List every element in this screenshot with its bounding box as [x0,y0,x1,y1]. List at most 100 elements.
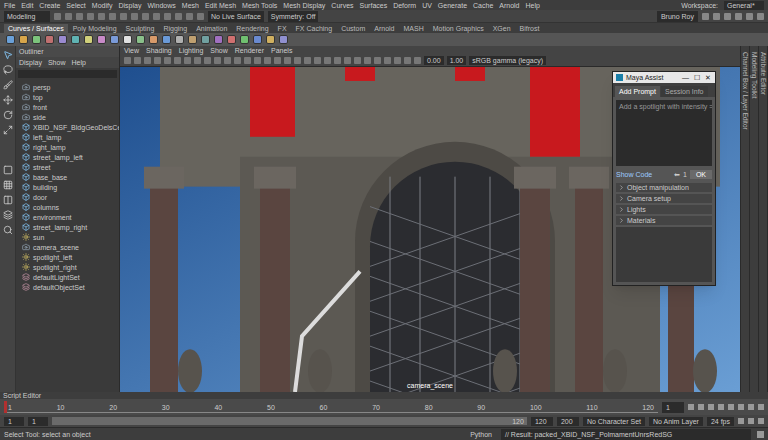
viewport-tool-icon[interactable] [264,57,271,64]
shelf-tool-icon[interactable] [136,35,145,44]
outliner-item[interactable]: spotlight_left [16,252,119,262]
viewport-menu-item[interactable]: Shading [146,47,172,54]
shelf-tab[interactable]: Bifrost [516,24,544,33]
menu-item[interactable]: Create [39,2,60,9]
outliner-item[interactable]: sun [16,232,119,242]
status-tool-icon[interactable] [54,13,61,20]
side-tab[interactable]: Attribute Editor [759,46,768,392]
viewport-tool-icon[interactable] [254,57,261,64]
side-tab[interactable]: Channel Box / Layer Editor [741,46,750,392]
shelf-tool-icon[interactable] [58,35,67,44]
viewport-tool-icon[interactable] [324,57,331,64]
language-toggle[interactable]: Python [467,431,495,438]
two-view-icon[interactable] [3,195,13,205]
playback-button-icon[interactable] [748,404,754,410]
assist-tab[interactable]: Session Info [661,86,708,97]
anim-pref-icon[interactable] [758,418,764,424]
start-field[interactable]: 1 [4,417,24,426]
shelf-tab[interactable]: Animation [192,24,231,33]
shelf-tab[interactable]: Sculpting [122,24,159,33]
shelf-tool-icon[interactable] [175,35,184,44]
playback-button-icon[interactable] [718,404,724,410]
end-field[interactable]: 200 [557,417,579,426]
status-tool-icon[interactable] [87,13,94,20]
panel-toggle-icon[interactable] [702,13,709,20]
playback-button-icon[interactable] [738,404,744,410]
side-tab[interactable]: Modeling Toolkit [750,46,759,392]
viewport-tool-icon[interactable] [234,57,241,64]
panel-toggle-icon[interactable] [724,13,731,20]
outliner-search[interactable] [18,70,117,78]
viewport-menu-item[interactable]: Lighting [179,47,204,54]
viewport-tool-icon[interactable] [404,57,411,64]
assist-tab[interactable]: Add Prompt [615,86,660,97]
shelf-tool-icon[interactable] [110,35,119,44]
viewport-tool-icon[interactable] [214,57,221,64]
range-end-field[interactable]: 120 [531,417,553,426]
outliner-item[interactable]: top [16,92,119,102]
menu-item[interactable]: Edit [21,2,33,9]
viewport-tool-icon[interactable] [384,57,391,64]
rotate-tool-icon[interactable] [3,110,13,120]
shelf-tool-icon[interactable] [162,35,171,44]
shelf-tab[interactable]: FX Caching [292,24,337,33]
playback-button-icon[interactable] [728,404,734,410]
outliner-item[interactable]: persp [16,82,119,92]
menu-item[interactable]: Deform [393,2,416,9]
viewport-tool-icon[interactable] [354,57,361,64]
move-tool-icon[interactable] [3,95,13,105]
outliner-item[interactable]: spotlight_right [16,262,119,272]
script-editor-icon[interactable] [757,431,764,438]
viewport-tool-icon[interactable] [304,57,311,64]
viewport-tool-icon[interactable] [224,57,231,64]
viewport-tool-icon[interactable] [144,57,151,64]
outliner-item[interactable]: street_lamp_left [16,152,119,162]
shelf-tool-icon[interactable] [188,35,197,44]
viewport-tool-icon[interactable] [394,57,401,64]
shelf-tool-icon[interactable] [240,35,249,44]
viewport-tool-icon[interactable] [244,57,251,64]
shelf-tool-icon[interactable] [123,35,132,44]
status-tool-icon[interactable] [197,13,204,20]
status-tool-icon[interactable] [175,13,182,20]
viewport-menu-item[interactable]: View [124,47,139,54]
shelf-tool-icon[interactable] [214,35,223,44]
outliner-item[interactable]: street_lamp_right [16,222,119,232]
character-set-select[interactable]: No Character Set [583,417,645,426]
shelf-tool-icon[interactable] [71,35,80,44]
viewport-tool-icon[interactable] [124,57,131,64]
search-icon[interactable] [3,225,13,235]
menu-item[interactable]: Cache [473,2,493,9]
single-view-icon[interactable] [3,165,13,175]
anim-layer-select[interactable]: No Anim Layer [649,417,703,426]
range-bar[interactable]: 120 [52,417,527,425]
shelf-tool-icon[interactable] [253,35,262,44]
assist-section[interactable]: Lights [616,205,712,214]
status-tool-icon[interactable] [65,13,72,20]
shelf-tab[interactable]: Custom [337,24,369,33]
assist-title-bar[interactable]: Maya Assist—☐✕ [613,72,715,83]
status-tool-icon[interactable] [98,13,105,20]
status-tool-icon[interactable] [153,13,160,20]
viewport-tool-icon[interactable] [154,57,161,64]
viewport-tool-icon[interactable] [374,57,381,64]
shelf-tab[interactable]: Curves / Surfaces [4,24,68,33]
viewport-menu-item[interactable]: Panels [271,47,292,54]
range-start-field[interactable]: 1 [28,417,48,426]
outliner-menu-item[interactable]: Display [19,59,42,66]
time-track[interactable]: 1102030405060708090100110120 [4,401,658,413]
history-back-button[interactable]: ⬅ [674,171,680,178]
shelf-tab[interactable]: Poly Modeling [69,24,121,33]
status-tool-icon[interactable] [164,13,171,20]
playback-button-icon[interactable] [698,404,704,410]
playback-button-icon[interactable] [758,404,764,410]
paint-tool-icon[interactable] [3,80,13,90]
shelf-tab[interactable]: MASH [400,24,428,33]
menu-item[interactable]: File [4,2,15,9]
outliner-item[interactable]: side [16,112,119,122]
viewport-tool-icon[interactable] [334,57,341,64]
assist-section[interactable]: Materials [616,216,712,225]
menu-item[interactable]: Arnold [499,2,519,9]
shelf-tab[interactable]: Rendering [232,24,272,33]
outliner-item[interactable]: left_lamp [16,132,119,142]
